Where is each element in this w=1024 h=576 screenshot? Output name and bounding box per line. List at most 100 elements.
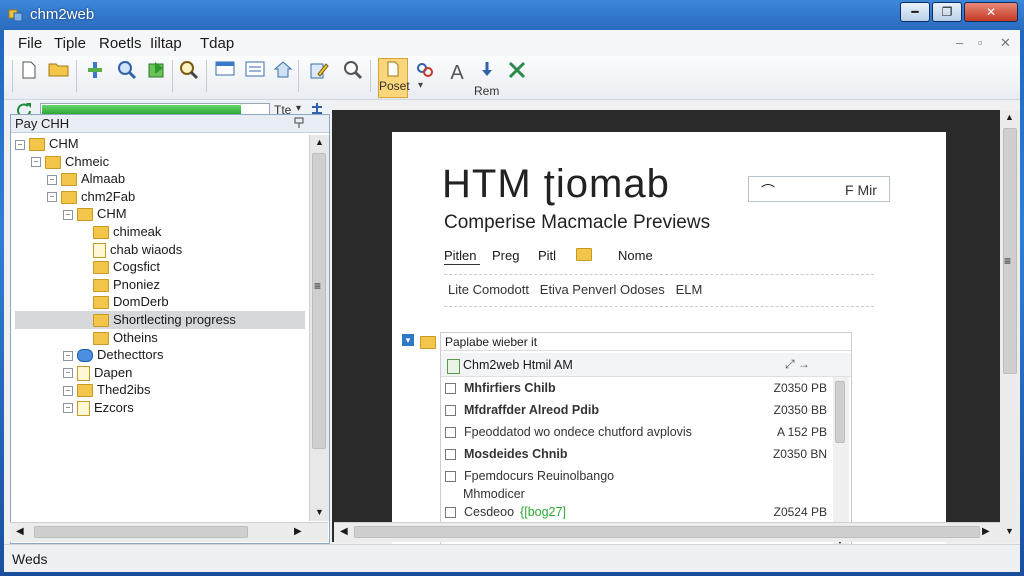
- tree-item[interactable]: − Dapen: [15, 364, 305, 382]
- tree-item[interactable]: − Almaab: [15, 170, 305, 188]
- mdi-close-button[interactable]: ✕: [1000, 35, 1011, 51]
- row-checkbox[interactable]: [445, 427, 456, 439]
- tree-pane-title: Pay CHH: [15, 116, 70, 131]
- open-folder-icon[interactable]: [46, 60, 72, 86]
- title-bar[interactable]: chm2web ━ ❐ ✕: [0, 0, 1024, 30]
- pin-icon[interactable]: [293, 117, 305, 132]
- target-dropdown-arrow-icon[interactable]: ▾: [296, 103, 301, 114]
- edit-icon[interactable]: [306, 60, 332, 86]
- export-icon[interactable]: [144, 60, 170, 86]
- download-icon[interactable]: [474, 60, 500, 86]
- tree-item[interactable]: −Pnoniez: [15, 276, 305, 294]
- file-row[interactable]: Chm2web Htmil AM ⤢ →: [441, 353, 851, 377]
- scroll-left-arrow-icon[interactable]: ◀: [340, 526, 348, 537]
- font-icon[interactable]: A: [444, 60, 470, 86]
- tree-item[interactable]: − CHM: [15, 205, 305, 223]
- tree-item[interactable]: − Chmeic: [15, 153, 305, 171]
- preview-horizontal-scrollbar[interactable]: ◀ ▶: [334, 522, 1000, 542]
- page-list-row[interactable]: Mfdraffder Alreod Pdib Z0350 BB: [445, 403, 831, 423]
- menu-roetls[interactable]: Roetls: [99, 35, 142, 52]
- tab-nome[interactable]: Nome: [618, 248, 653, 263]
- expand-toggle-icon[interactable]: −: [15, 139, 25, 150]
- expand-toggle-icon[interactable]: −: [47, 192, 57, 203]
- preview-vertical-scrollbar[interactable]: ▲ ≡ ▼: [1000, 110, 1020, 542]
- file-row-actions[interactable]: ⤢ →: [785, 357, 810, 372]
- tree-item-selected[interactable]: −Shortlecting progress: [15, 310, 305, 329]
- mdi-minimize-button[interactable]: –: [956, 35, 963, 50]
- scrollbar-thumb[interactable]: [354, 526, 980, 538]
- scroll-down-arrow-icon[interactable]: ▼: [1005, 526, 1014, 536]
- expand-toggle-icon[interactable]: −: [63, 403, 73, 414]
- tree-item[interactable]: − CHM: [15, 135, 305, 153]
- poset-button[interactable]: Poset: [378, 58, 410, 98]
- expand-toggle-icon[interactable]: −: [63, 350, 73, 361]
- filter-bar[interactable]: Lite Comodott Etiva Penverl Odoses ELM: [448, 282, 702, 297]
- new-file-icon[interactable]: [16, 60, 42, 86]
- row-checkbox[interactable]: [445, 507, 456, 519]
- expand-toggle-icon[interactable]: −: [47, 174, 57, 185]
- tree-item[interactable]: −chimeak: [15, 223, 305, 241]
- close-button[interactable]: ✕: [964, 2, 1018, 22]
- expand-toggle-icon[interactable]: −: [63, 368, 73, 379]
- tree-item-label: Almaab: [81, 171, 126, 187]
- scrollbar-thumb[interactable]: [34, 526, 248, 538]
- scrollbar-thumb[interactable]: [312, 153, 326, 449]
- scrollbar-thumb[interactable]: [835, 381, 845, 443]
- expand-toggle-icon[interactable]: −: [63, 209, 73, 220]
- tree-item[interactable]: −Otheins: [15, 329, 305, 347]
- tree-vertical-scrollbar[interactable]: ▲ ≡ ▼: [309, 135, 329, 521]
- tree-item[interactable]: − chm2Fab: [15, 188, 305, 206]
- tree-item-label: chab wiaods: [110, 241, 183, 257]
- zoom-icon[interactable]: [114, 60, 140, 86]
- list-view-icon[interactable]: [242, 60, 268, 86]
- tree-horizontal-scrollbar[interactable]: ◀ ▶: [10, 522, 328, 542]
- tree-icon[interactable]: [82, 60, 108, 86]
- dropdown-arrow-icon[interactable]: ▾: [418, 80, 423, 91]
- window-icon[interactable]: [212, 60, 238, 86]
- toolbar-separator: [172, 60, 173, 92]
- menu-file[interactable]: File: [18, 35, 42, 52]
- mdi-restore-button[interactable]: ▫: [978, 35, 983, 50]
- row-checkbox[interactable]: [445, 405, 456, 417]
- menu-iiltap[interactable]: Iiltap: [150, 35, 182, 52]
- search-icon[interactable]: [176, 60, 202, 86]
- tab-preg[interactable]: Preg: [492, 248, 519, 263]
- tab-pitlen[interactable]: Pitlen: [444, 248, 477, 263]
- expand-toggle-icon[interactable]: −: [63, 385, 73, 396]
- home-icon[interactable]: [270, 60, 296, 86]
- search-icon: ⌒: [761, 183, 775, 199]
- menu-tiple[interactable]: Tiple: [54, 35, 86, 52]
- tree-item[interactable]: − Ezcors: [15, 399, 305, 417]
- tree-item[interactable]: −Cogsfict: [15, 258, 305, 276]
- scroll-up-arrow-icon[interactable]: ▲: [1005, 112, 1014, 122]
- divider: [444, 306, 874, 307]
- preview-search-box[interactable]: ⌒ F Mir: [748, 176, 890, 202]
- tree-item[interactable]: −DomDerb: [15, 293, 305, 311]
- scroll-right-arrow-icon[interactable]: ▶: [982, 526, 990, 537]
- maximize-button[interactable]: ❐: [932, 2, 962, 22]
- collapse-toggle-icon[interactable]: ▾: [402, 334, 414, 346]
- menu-tdap[interactable]: Tdap: [200, 35, 234, 52]
- minimize-button[interactable]: ━: [900, 2, 930, 22]
- row-checkbox[interactable]: [445, 471, 456, 483]
- tab-pitl[interactable]: Pitl: [538, 248, 556, 263]
- tree-item[interactable]: − Thed2ibs: [15, 381, 305, 399]
- page-list-row[interactable]: Fpemdocurs Reuinolbango: [445, 469, 831, 489]
- scroll-left-arrow-icon[interactable]: ◀: [16, 526, 24, 537]
- link-icon[interactable]: [412, 60, 438, 86]
- expand-toggle-icon[interactable]: −: [31, 157, 41, 168]
- row-checkbox[interactable]: [445, 383, 456, 395]
- scroll-up-arrow-icon[interactable]: ▲: [315, 137, 324, 147]
- scrollbar-thumb[interactable]: [1003, 128, 1017, 374]
- tree-item[interactable]: −chab wiaods: [15, 241, 305, 259]
- page-list-row[interactable]: Mhfirfiers Chilb Z0350 PB: [445, 381, 831, 401]
- row-checkbox[interactable]: [445, 449, 456, 461]
- page-list-row[interactable]: Mhmodicer: [445, 487, 831, 507]
- page-list-row[interactable]: Fpeoddatod wo ondece chutford avplovis A …: [445, 425, 831, 445]
- tree-item[interactable]: − Dethecttors: [15, 346, 305, 364]
- find-icon[interactable]: [340, 60, 366, 86]
- scroll-down-arrow-icon[interactable]: ▼: [315, 507, 324, 517]
- page-list-row[interactable]: Mosdeides Chnib Z0350 BN: [445, 447, 831, 467]
- scroll-right-arrow-icon[interactable]: ▶: [294, 526, 302, 537]
- transform-icon[interactable]: [504, 60, 530, 86]
